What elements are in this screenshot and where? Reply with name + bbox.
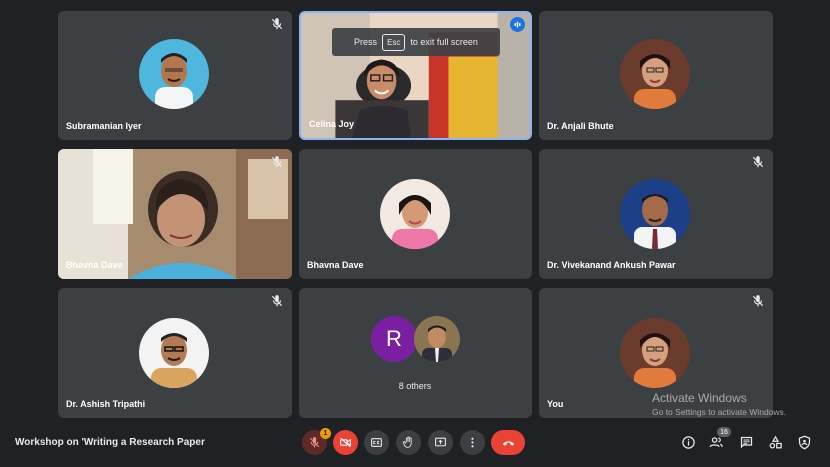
activities-icon[interactable] bbox=[768, 435, 783, 450]
mic-off-icon bbox=[271, 18, 283, 30]
raise-hand-button[interactable] bbox=[396, 430, 421, 455]
participant-name: Bhavna Dave bbox=[307, 260, 364, 270]
captions-icon bbox=[371, 438, 382, 447]
captions-button[interactable] bbox=[364, 430, 389, 455]
camera-off-icon bbox=[340, 437, 351, 448]
host-controls-icon[interactable] bbox=[797, 435, 812, 450]
toast-rest: to exit full screen bbox=[410, 37, 478, 47]
participant-name: Subramanian Iyer bbox=[66, 121, 142, 131]
participant-name: You bbox=[547, 399, 564, 409]
esc-key: Esc bbox=[382, 33, 406, 51]
toast-press: Press bbox=[354, 37, 378, 47]
info-icon[interactable] bbox=[681, 435, 696, 450]
mic-off-icon bbox=[271, 156, 283, 168]
participants-count-badge: 16 bbox=[717, 427, 731, 437]
hand-icon bbox=[402, 436, 412, 448]
mic-off-icon bbox=[752, 156, 764, 168]
participant-tile-subramanian-iyer[interactable]: Subramanian Iyer bbox=[58, 11, 292, 140]
avatar bbox=[620, 318, 690, 388]
hang-up-icon bbox=[502, 441, 514, 446]
avatar bbox=[139, 318, 209, 388]
participant-tile-bhavna-dave[interactable]: Bhavna Dave bbox=[299, 149, 532, 279]
meeting-title: Workshop on 'Writing a Research Paper bbox=[15, 437, 205, 448]
present-icon bbox=[435, 437, 446, 447]
initial-avatar: R bbox=[371, 316, 417, 362]
notification-badge: 1 bbox=[320, 428, 331, 439]
avatar bbox=[620, 39, 690, 109]
mic-off-icon bbox=[309, 437, 320, 448]
participant-tile-anjali-bhute[interactable]: Dr. Anjali Bhute bbox=[539, 11, 773, 140]
avatar bbox=[380, 179, 450, 249]
participant-name: Dr. Ashish Tripathi bbox=[66, 399, 146, 409]
camera-button[interactable] bbox=[333, 430, 358, 455]
watermark-line1: Activate Windows bbox=[652, 391, 747, 405]
speaking-indicator-icon bbox=[510, 17, 525, 32]
participant-tile-vivekanand-pawar[interactable]: Dr. Vivekanand Ankush Pawar bbox=[539, 149, 773, 279]
others-count-label: 8 others bbox=[398, 381, 432, 391]
more-vert-icon bbox=[471, 437, 474, 448]
people-icon[interactable] bbox=[709, 435, 724, 450]
watermark-line2: Go to Settings to activate Windows. bbox=[652, 407, 787, 417]
participant-name: Dr. Anjali Bhute bbox=[547, 121, 614, 131]
avatar bbox=[139, 39, 209, 109]
participant-name: Dr. Vivekanand Ankush Pawar bbox=[547, 260, 676, 270]
avatar bbox=[414, 316, 460, 362]
mic-off-icon bbox=[271, 295, 283, 307]
participant-name: Bhavna Dave bbox=[66, 260, 123, 270]
mic-off-icon bbox=[752, 295, 764, 307]
participant-tile-bhavna-dave-video[interactable]: Bhavna Dave bbox=[58, 149, 292, 279]
windows-activation-watermark: Activate Windows Go to Settings to activ… bbox=[652, 391, 786, 417]
leave-call-button[interactable] bbox=[491, 430, 525, 455]
more-options-button[interactable] bbox=[460, 430, 485, 455]
chat-icon[interactable] bbox=[739, 435, 754, 450]
participant-name: Celina Joy bbox=[309, 119, 355, 129]
fullscreen-toast: Press Esc to exit full screen bbox=[332, 28, 500, 56]
participant-tile-ashish-tripathi[interactable]: Dr. Ashish Tripathi bbox=[58, 288, 292, 418]
participant-tile-others[interactable] bbox=[299, 288, 532, 418]
avatar bbox=[620, 179, 690, 249]
present-button[interactable] bbox=[428, 430, 453, 455]
